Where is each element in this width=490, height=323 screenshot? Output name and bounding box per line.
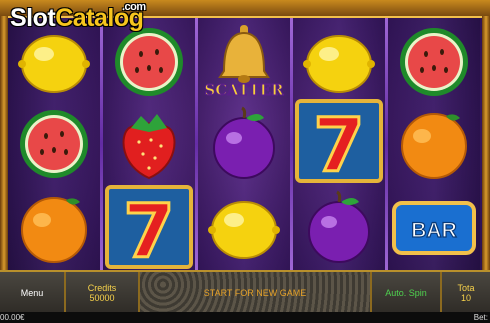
seven-symbol: 7 bbox=[293, 98, 385, 191]
balance-value: 00.00€ bbox=[0, 313, 25, 322]
scatter-label: SCATTER bbox=[204, 81, 284, 99]
orange-symbol bbox=[392, 104, 476, 184]
credits-value: 50000 bbox=[89, 293, 115, 303]
svg-text:7: 7 bbox=[313, 103, 365, 189]
credits-label: Credits bbox=[87, 283, 117, 293]
watermelon-symbol bbox=[107, 22, 191, 102]
control-bar: Menu Credits 50000 START FOR NEW GAME Au… bbox=[0, 270, 490, 314]
slot-game: 7 SCATTER 7 BAR SlotCatalog .com Menu Cr… bbox=[0, 0, 490, 323]
logo-text-com: .com bbox=[122, 1, 146, 13]
orange-symbol bbox=[12, 188, 96, 268]
scatter-symbol: SCATTER bbox=[202, 20, 286, 100]
credits-panel: Credits 50000 bbox=[66, 272, 140, 314]
status-message: START FOR NEW GAME bbox=[203, 288, 307, 298]
lemon-symbol bbox=[12, 22, 96, 102]
total-label: Tota bbox=[457, 283, 475, 293]
total-value: 10 bbox=[460, 293, 471, 303]
lemon-symbol bbox=[297, 22, 381, 102]
watermelon-symbol bbox=[392, 22, 476, 102]
seven-symbol: 7 bbox=[103, 184, 195, 277]
right-frame bbox=[482, 16, 490, 270]
reel-divider bbox=[385, 18, 388, 270]
bet-label: Bet: bbox=[473, 313, 488, 322]
menu-button[interactable]: Menu bbox=[0, 272, 66, 314]
plum-symbol bbox=[202, 104, 286, 184]
plum-symbol bbox=[297, 188, 381, 268]
lemon-symbol bbox=[202, 188, 286, 268]
autospin-label: Auto. Spin bbox=[385, 288, 427, 298]
autospin-button[interactable]: Auto. Spin bbox=[372, 272, 442, 314]
footer-bar: 00.00€ Bet: bbox=[0, 312, 490, 323]
logo-text-slot: Slot bbox=[10, 4, 56, 32]
watermelon-symbol bbox=[12, 104, 96, 184]
status-message-panel: START FOR NEW GAME bbox=[140, 272, 372, 314]
menu-label: Menu bbox=[20, 288, 44, 298]
total-panel: Tota 10 bbox=[442, 272, 490, 314]
bar-label: BAR bbox=[411, 219, 457, 242]
svg-text:7: 7 bbox=[123, 189, 175, 275]
left-frame bbox=[0, 16, 8, 270]
watermark-logo: SlotCatalog .com bbox=[10, 1, 146, 33]
strawberry-symbol bbox=[107, 104, 191, 184]
bar-symbol: BAR bbox=[390, 190, 478, 266]
reel-area: 7 SCATTER 7 BAR bbox=[8, 18, 482, 277]
reel-divider bbox=[195, 18, 198, 270]
